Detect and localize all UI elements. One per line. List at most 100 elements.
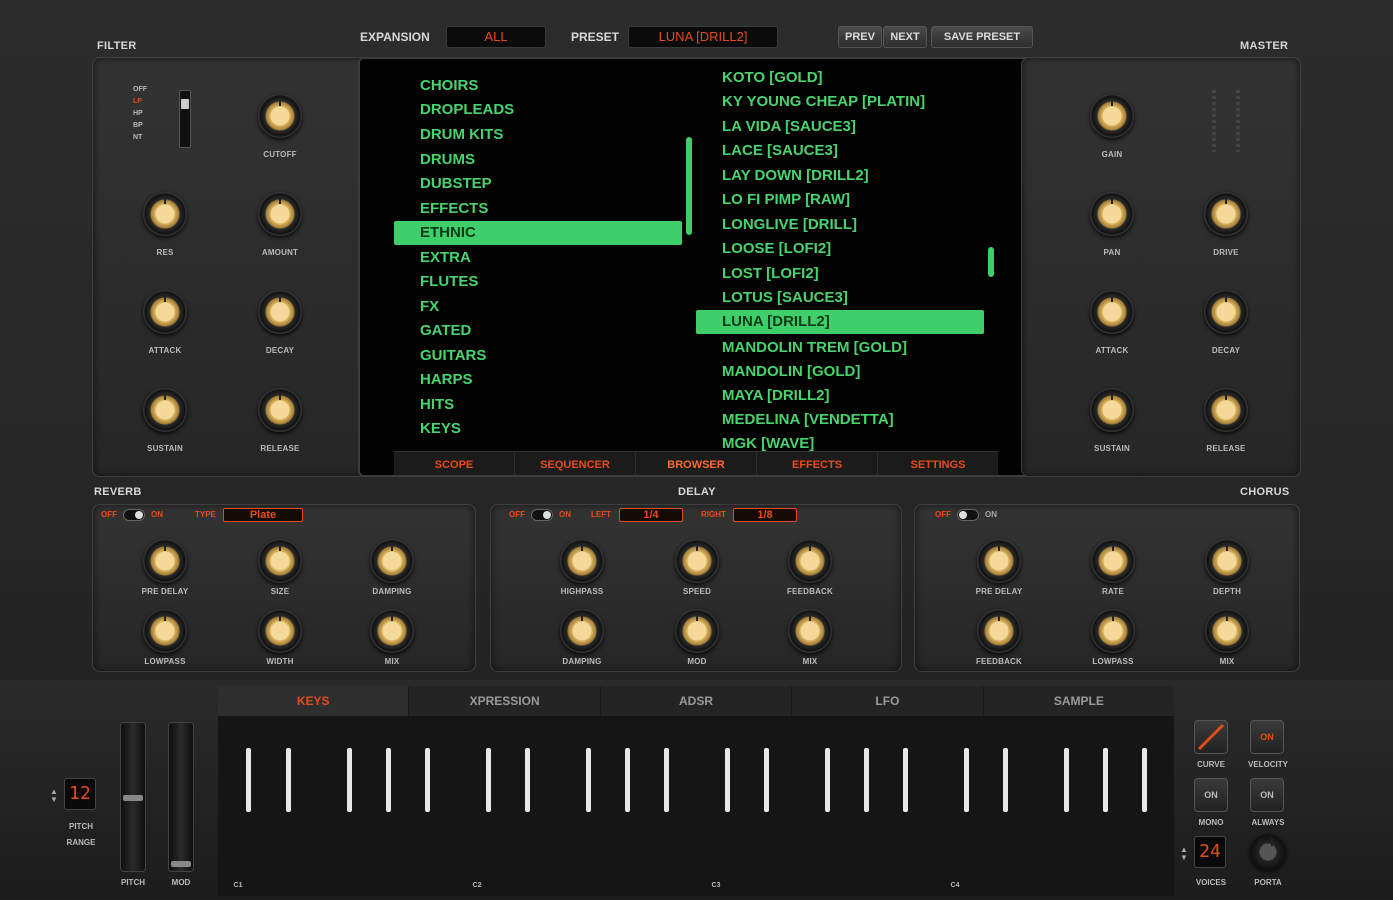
reverb-size-knob[interactable]	[258, 539, 302, 583]
tab-sequencer[interactable]: SEQUENCER	[515, 452, 636, 475]
always-button[interactable]: ON	[1250, 778, 1284, 812]
next-preset-button[interactable]: NEXT	[883, 26, 927, 48]
tab-sample[interactable]: SAMPLE	[984, 686, 1174, 716]
key-fader[interactable]	[964, 748, 969, 812]
category-item[interactable]: DRUM KITS	[420, 126, 503, 143]
chorus-lowpass-knob[interactable]	[1091, 609, 1135, 653]
porta-knob[interactable]	[1250, 834, 1286, 870]
key-fader[interactable]	[286, 748, 291, 812]
pitch-range-stepper[interactable]: ▲ ▼	[50, 788, 58, 804]
keyboard-area[interactable]: C1 C2 C3 C4	[218, 716, 1174, 896]
chorus-mix-knob[interactable]	[1205, 609, 1249, 653]
category-item[interactable]: CHOIRS	[420, 77, 478, 94]
master-pan-knob[interactable]	[1090, 192, 1134, 236]
filter-mode-switch-handle[interactable]	[181, 99, 189, 109]
key-fader[interactable]	[664, 748, 669, 812]
category-item[interactable]: GATED	[420, 322, 471, 339]
tab-effects[interactable]: EFFECTS	[757, 452, 878, 475]
category-scrollbar[interactable]	[686, 137, 692, 235]
delay-damping-knob[interactable]	[560, 609, 604, 653]
master-decay-knob[interactable]	[1204, 290, 1248, 334]
category-item[interactable]: HARPS	[420, 371, 473, 388]
preset-item[interactable]: LAY DOWN [DRILL2]	[722, 167, 869, 184]
mod-wheel-grip[interactable]	[171, 861, 191, 867]
chorus-feedback-knob[interactable]	[977, 609, 1021, 653]
delay-left-select[interactable]: 1/4	[619, 508, 683, 522]
key-fader[interactable]	[725, 748, 730, 812]
master-gain-knob[interactable]	[1090, 94, 1134, 138]
category-item-selected[interactable]: ETHNIC	[394, 221, 682, 245]
master-release-knob[interactable]	[1204, 388, 1248, 432]
reverb-mix-knob[interactable]	[370, 609, 414, 653]
pitch-wheel[interactable]	[120, 722, 146, 872]
chorus-toggle[interactable]	[957, 509, 979, 521]
filter-mode-off[interactable]: OFF	[133, 86, 173, 93]
filter-mode-lp[interactable]: LP	[133, 98, 173, 105]
velocity-curve-button[interactable]	[1194, 720, 1228, 754]
preset-item[interactable]: MEDELINA [VENDETTA]	[722, 411, 894, 428]
chorus-rate-knob[interactable]	[1091, 539, 1135, 583]
key-fader[interactable]	[1064, 748, 1069, 812]
category-item[interactable]: FLUTES	[420, 273, 478, 290]
preset-item[interactable]: MGK [WAVE]	[722, 435, 814, 452]
category-item[interactable]: HITS	[420, 396, 454, 413]
expansion-select[interactable]: ALL	[446, 26, 546, 48]
key-fader[interactable]	[764, 748, 769, 812]
voices-value[interactable]: 24	[1194, 836, 1226, 868]
category-item[interactable]: DUBSTEP	[420, 175, 492, 192]
preset-item-selected[interactable]: LUNA [DRILL2]	[696, 310, 984, 334]
preset-select[interactable]: LUNA [DRILL2]	[628, 26, 778, 48]
filter-release-knob[interactable]	[258, 388, 302, 432]
voices-stepper[interactable]: ▲ ▼	[1180, 846, 1188, 862]
delay-toggle[interactable]	[531, 509, 553, 521]
save-preset-button[interactable]: SAVE PRESET	[931, 26, 1033, 48]
preset-item[interactable]: MANDOLIN TREM [GOLD]	[722, 339, 907, 356]
master-drive-knob[interactable]	[1204, 192, 1248, 236]
key-fader[interactable]	[347, 748, 352, 812]
preset-item[interactable]: LONGLIVE [DRILL]	[722, 216, 857, 233]
delay-highpass-knob[interactable]	[560, 539, 604, 583]
tab-adsr[interactable]: ADSR	[601, 686, 793, 716]
preset-item[interactable]: KOTO [GOLD]	[722, 69, 823, 86]
preset-item[interactable]: LOOSE [LOFI2]	[722, 240, 831, 257]
master-attack-knob[interactable]	[1090, 290, 1134, 334]
filter-mode-bp[interactable]: BP	[133, 122, 173, 129]
velocity-button[interactable]: ON	[1250, 720, 1284, 754]
delay-mod-knob[interactable]	[675, 609, 719, 653]
preset-scrollbar[interactable]	[988, 247, 994, 277]
key-fader[interactable]	[625, 748, 630, 812]
prev-preset-button[interactable]: PREV	[838, 26, 882, 48]
preset-item[interactable]: KY YOUNG CHEAP [PLATIN]	[722, 93, 925, 110]
filter-mode-nt[interactable]: NT	[133, 134, 173, 141]
key-fader[interactable]	[486, 748, 491, 812]
preset-item[interactable]: MAYA [DRILL2]	[722, 387, 830, 404]
reverb-pre-delay-knob[interactable]	[143, 539, 187, 583]
key-fader[interactable]	[386, 748, 391, 812]
pitch-range-value[interactable]: 12	[64, 778, 96, 810]
preset-item[interactable]: LA VIDA [SAUCE3]	[722, 118, 856, 135]
reverb-lowpass-knob[interactable]	[143, 609, 187, 653]
filter-cutoff-knob[interactable]	[258, 94, 302, 138]
chorus-depth-knob[interactable]	[1205, 539, 1249, 583]
category-item[interactable]: GUITARS	[420, 347, 486, 364]
tab-settings[interactable]: SETTINGS	[878, 452, 998, 475]
reverb-type-select[interactable]: Plate	[223, 508, 303, 522]
key-fader[interactable]	[1103, 748, 1108, 812]
tab-lfo[interactable]: LFO	[792, 686, 984, 716]
filter-res-knob[interactable]	[143, 192, 187, 236]
key-fader[interactable]	[1003, 748, 1008, 812]
key-fader[interactable]	[425, 748, 430, 812]
tab-keys[interactable]: KEYS	[218, 686, 410, 716]
tab-scope[interactable]: SCOPE	[394, 452, 515, 475]
filter-sustain-knob[interactable]	[143, 388, 187, 432]
reverb-damping-knob[interactable]	[370, 539, 414, 583]
filter-mode-switch[interactable]	[179, 90, 191, 148]
tab-xpression[interactable]: XPRESSION	[409, 686, 601, 716]
key-fader[interactable]	[246, 748, 251, 812]
preset-item[interactable]: LO FI PIMP [RAW]	[722, 191, 850, 208]
delay-speed-knob[interactable]	[675, 539, 719, 583]
filter-decay-knob[interactable]	[258, 290, 302, 334]
mod-wheel[interactable]	[168, 722, 194, 872]
reverb-toggle[interactable]	[123, 509, 145, 521]
preset-item[interactable]: LOTUS [SAUCE3]	[722, 289, 848, 306]
